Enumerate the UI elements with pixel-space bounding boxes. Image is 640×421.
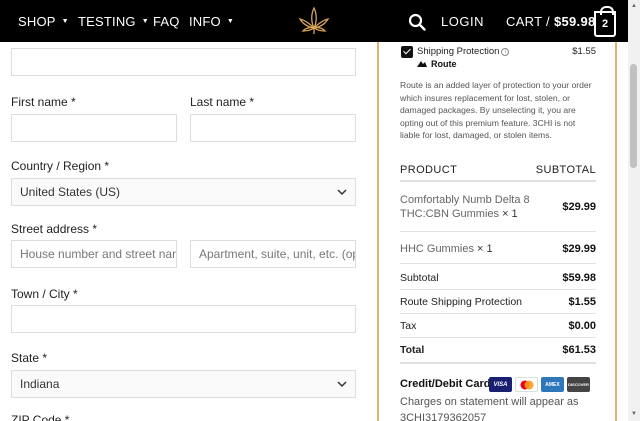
visa-card-icon: VISA [489,377,512,392]
cart-link[interactable]: CART / $59.98 [506,0,596,42]
divider [400,362,596,364]
discover-label: DISCOVER [568,382,589,387]
nav-faq-label: FAQ [153,13,180,29]
divider [400,289,596,290]
subtotal-label: Subtotal [400,272,439,284]
last-name-input[interactable] [190,114,356,142]
payment-method-title[interactable]: Credit/Debit Card [400,378,490,390]
nav-shop[interactable]: SHOP ▼ [18,0,69,42]
login-label: LOGIN [441,13,484,29]
nav-info-label: INFO [189,13,221,29]
nav-testing[interactable]: TESTING ▼ [78,0,149,42]
divider [400,263,596,264]
info-icon[interactable]: i [501,48,510,56]
chevron-down-icon [337,381,347,388]
previous-field-input[interactable] [11,48,356,76]
divider [400,231,596,232]
nav-shop-label: SHOP [18,13,56,29]
amex-label: AMEX [545,381,560,388]
apartment-input[interactable]: Apartment, suite, unit, etc. (optional) [190,240,356,268]
caret-down-icon: ▼ [141,17,149,25]
route-fee-value: $1.55 [568,296,596,308]
city-input[interactable] [11,305,356,333]
item-price: $29.99 [562,201,596,213]
state-select[interactable]: Indiana [11,370,356,398]
mastercard-circles-icon [520,380,533,389]
last-name-label: Last name * [190,95,255,109]
cart-label: CART / [506,13,550,29]
product-column-header: PRODUCT [400,164,458,176]
route-description: Route is an added layer of protection to… [400,80,592,141]
statement-note: Charges on statement will appear as 3CHI… [400,396,579,421]
first-name-input[interactable] [11,114,177,142]
scroll-down-arrow-icon[interactable]: ▼ [631,411,637,417]
total-value: $61.53 [562,344,596,356]
street-address-input[interactable]: House number and street name [11,240,177,268]
item-name: HHC Gummies [400,243,474,255]
total-label: Total [400,344,425,356]
caret-down-icon: ▼ [226,17,234,25]
item-qty: × 1 [477,243,493,255]
zip-code-label: ZIP Code * [11,413,70,421]
mastercard-icon [515,377,538,392]
country-label: Country / Region * [11,159,110,173]
cannabis-leaf-logo[interactable] [298,6,330,36]
shipping-protection-price: $1.55 [572,46,596,57]
state-value: Indiana [20,377,60,391]
nav-info[interactable]: INFO ▼ [189,0,234,42]
chevron-down-icon [337,189,347,196]
route-logo-icon [417,61,427,67]
shipping-protection-label: Shipping Protection i [417,46,510,57]
divider [400,313,596,314]
order-item: HHC Gummies × 1 [400,242,580,256]
order-item: Comfortably Numb Delta 8 THC:CBN Gummies… [400,193,540,221]
route-brand-label: Route [431,59,457,69]
divider [400,180,596,182]
nav-faq[interactable]: FAQ [153,0,180,42]
first-name-label: First name * [11,95,76,109]
amex-card-icon: AMEX [541,377,564,392]
item-qty: × 1 [502,208,518,220]
subtotal-value: $59.98 [562,272,596,284]
city-label: Town / City * [11,287,78,301]
route-fee-label: Route Shipping Protection [400,296,522,308]
street-address-label: Street address * [11,222,98,236]
cart-bag-icon[interactable]: 2 [594,6,616,37]
country-value: United States (US) [20,185,121,199]
street-placeholder: House number and street name [20,247,177,261]
visa-label: VISA [493,381,508,388]
subtotal-column-header: SUBTOTAL [535,164,596,176]
discover-card-icon: DISCOVER [567,377,590,392]
scroll-up-arrow-icon[interactable]: ▲ [631,3,637,9]
login-link[interactable]: LOGIN [441,0,484,42]
item-price: $29.99 [562,243,596,255]
divider [400,337,596,338]
shipping-protection-checkbox[interactable] [401,46,413,58]
search-icon[interactable] [408,13,426,31]
apartment-placeholder: Apartment, suite, unit, etc. (optional) [199,247,355,261]
caret-down-icon: ▼ [61,17,69,25]
route-brand: Route [417,59,457,69]
tax-value: $0.00 [568,320,596,332]
top-navigation-bar: SHOP ▼ TESTING ▼ FAQ INFO ▼ LOGIN CART / $5… [0,0,628,42]
cart-total: $59.98 [553,13,596,29]
tax-label: Tax [400,320,417,332]
shipping-protection-text: Shipping Protection [417,46,500,57]
nav-testing-label: TESTING [78,13,136,29]
state-label: State * [11,351,48,365]
scrollbar-thumb[interactable] [630,64,637,168]
country-select[interactable]: United States (US) [11,178,356,206]
cart-count-badge: 2 [601,18,609,30]
